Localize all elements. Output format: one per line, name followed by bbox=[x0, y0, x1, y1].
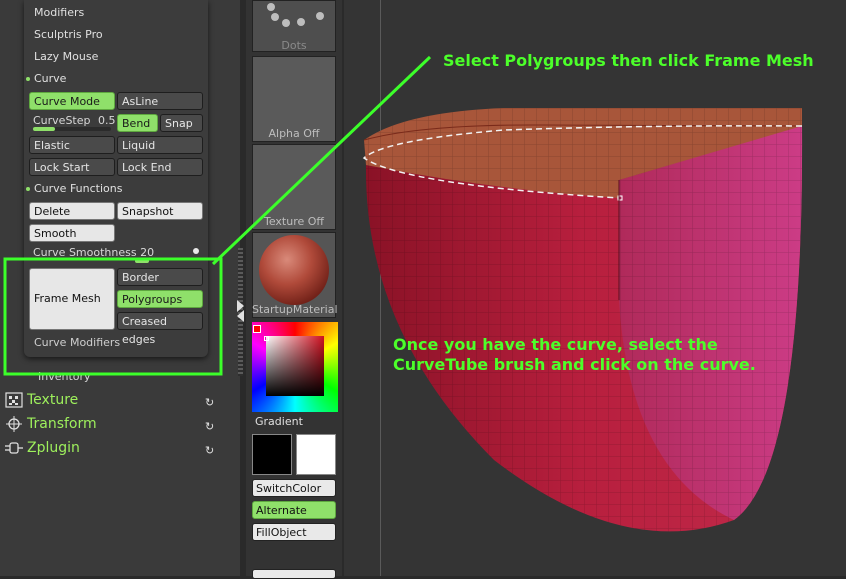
highlight-box bbox=[3, 257, 223, 376]
callout-line bbox=[211, 55, 432, 266]
annotation-overlay bbox=[3, 55, 432, 376]
annotation-bottom-line2: CurveTube brush and click on the curve. bbox=[393, 355, 756, 374]
annotation-bottom-line1: Once you have the curve, select the bbox=[393, 335, 718, 354]
annotation-top: Select Polygroups then click Frame Mesh bbox=[443, 51, 814, 70]
